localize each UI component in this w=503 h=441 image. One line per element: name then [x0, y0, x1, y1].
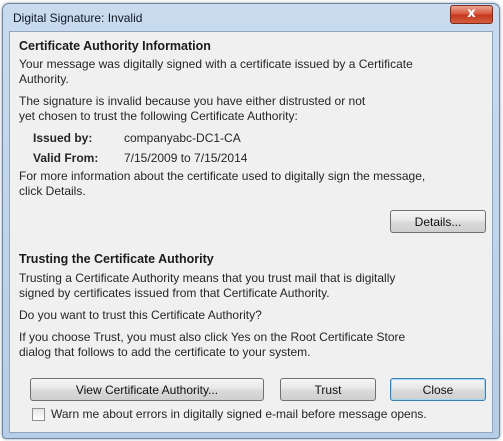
close-button[interactable]: Close — [390, 378, 486, 401]
close-window-button[interactable]: x — [450, 5, 493, 24]
intro-line-2: Authority. — [19, 72, 69, 86]
window-title: Digital Signature: Invalid — [13, 11, 143, 25]
more-info-line-1: For more information about the certifica… — [19, 169, 426, 183]
more-info-line-2: click Details. — [19, 184, 86, 198]
invalid-line-2: yet chosen to trust the following Certif… — [19, 109, 298, 123]
dialog-window: Digital Signature: Invalid x Certificate… — [2, 3, 500, 439]
invalid-line-1: The signature is invalid because you hav… — [19, 94, 366, 108]
intro-line-1: Your message was digitally signed with a… — [19, 57, 413, 71]
warn-checkbox-label[interactable]: Warn me about errors in digitally signed… — [51, 407, 427, 422]
trusting-line-2: signed by certificates issued from that … — [19, 286, 330, 300]
valid-from-label: Valid From: — [33, 151, 99, 165]
choose-line-2: dialog that follows to add the certifica… — [19, 345, 311, 359]
close-icon: x — [467, 6, 476, 21]
view-certificate-authority-button[interactable]: View Certificate Authority... — [30, 378, 264, 401]
trust-button[interactable]: Trust — [280, 378, 376, 401]
trust-question: Do you want to trust this Certificate Au… — [19, 308, 262, 322]
ca-info-heading: Certificate Authority Information — [19, 39, 211, 53]
warn-checkbox[interactable] — [32, 408, 45, 421]
choose-line-1: If you choose Trust, you must also click… — [19, 330, 406, 344]
title-bar: Digital Signature: Invalid x — [3, 4, 499, 31]
issued-by-value: companyabc-DC1-CA — [124, 131, 241, 145]
trusting-line-1: Trusting a Certificate Authority means t… — [19, 271, 396, 285]
dialog-content: Certificate Authority Information Your m… — [9, 31, 493, 433]
trust-heading: Trusting the Certificate Authority — [19, 252, 214, 266]
issued-by-label: Issued by: — [33, 131, 93, 145]
details-button[interactable]: Details... — [390, 210, 486, 233]
valid-from-value: 7/15/2009 to 7/15/2014 — [124, 151, 248, 165]
